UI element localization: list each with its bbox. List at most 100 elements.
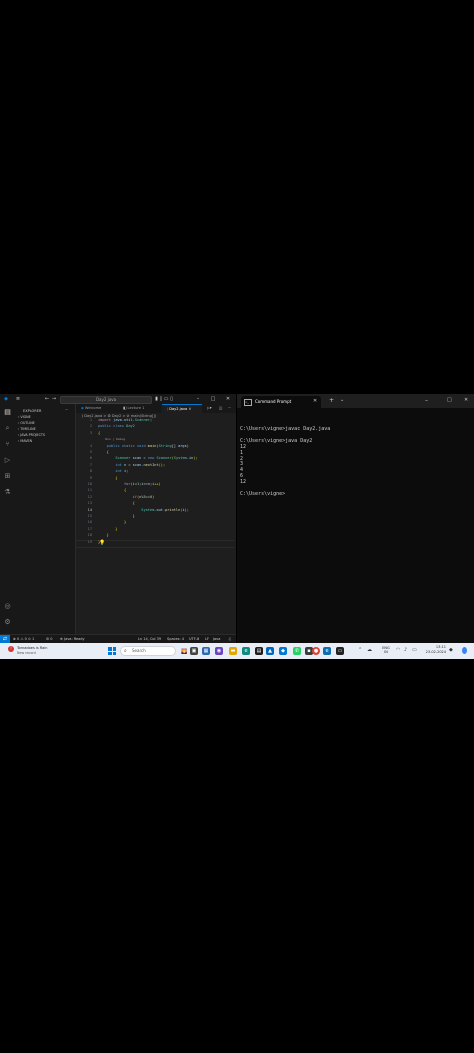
tab-dropdown-icon[interactable]: ⌄ xyxy=(340,397,344,403)
line-number: 7 xyxy=(89,462,92,467)
wifi-icon[interactable]: ◠ xyxy=(396,647,400,653)
explorer-sidebar: EXPLORER ··· › VIGNE › OUTLINE › TIMELIN… xyxy=(15,404,76,634)
show-desktop-icon[interactable] xyxy=(462,647,467,654)
minimize-icon[interactable]: – xyxy=(425,397,428,404)
line-number: 15 xyxy=(87,514,92,518)
store-icon[interactable]: ▤ xyxy=(255,647,263,655)
weather-widget[interactable]: ! Tornadoes is Rain New record xyxy=(8,645,58,657)
vscode-taskbar-icon[interactable]: ◆ xyxy=(279,647,287,655)
taskbar-search[interactable]: ⌕ Search 🌄 xyxy=(120,646,187,656)
tab-close-icon[interactable]: ✕ xyxy=(313,398,317,404)
nav-back-icon[interactable]: ← xyxy=(44,394,50,404)
windows-logo-icon xyxy=(108,647,112,651)
close-icon[interactable]: ✕ xyxy=(224,394,232,404)
account-icon[interactable]: ◎ xyxy=(3,602,12,611)
command-center-search[interactable]: Day2 java xyxy=(60,396,152,404)
nav-forward-icon[interactable]: → xyxy=(51,394,57,404)
section-label: OUTLINE xyxy=(20,421,35,425)
testing-icon[interactable]: ⚗ xyxy=(3,488,12,497)
whatsapp-icon[interactable]: ✆ xyxy=(293,647,301,655)
windows-logo-icon xyxy=(108,651,112,655)
code-line: import java.util.Scanner; xyxy=(98,418,153,422)
code-editor[interactable]: 💡 1 import java.util.Scanner; 2 public clas… xyxy=(76,418,234,634)
section-label: VIGNE xyxy=(20,415,31,419)
section-maven[interactable]: › MAVEN xyxy=(18,439,32,444)
line-number: 11 xyxy=(87,488,92,493)
cmd-tab[interactable]: >_ Command Prompt ✕ xyxy=(241,396,321,408)
extensions-icon[interactable]: ⊞ xyxy=(3,472,12,481)
tab-day2-java[interactable]: J Day2.java ✕ xyxy=(162,404,202,413)
code-line: } xyxy=(98,539,101,544)
clock[interactable]: 13:11 23-02-2024 xyxy=(422,645,446,655)
vscode-logo-icon[interactable]: ◆ xyxy=(2,394,10,404)
line-number: 18 xyxy=(87,533,92,538)
minimize-icon[interactable]: – xyxy=(194,394,202,404)
run-play-icon[interactable]: ▷▾ xyxy=(202,404,214,413)
section-outline[interactable]: › OUTLINE xyxy=(18,421,35,426)
line-number: 8 xyxy=(89,469,92,474)
new-tab-icon[interactable]: + xyxy=(329,397,334,404)
section-java-projects[interactable]: › JAVA PROJECTS xyxy=(18,433,45,438)
vscode-window: ◆ ≡ ← → Day2 java ▮ ▯ ▭ ▯ – □ ✕ ▤ ⌕ ⑂ ▷ … xyxy=(0,394,236,644)
line-number: 12 xyxy=(87,494,92,499)
tab-label: Day2.java xyxy=(169,407,188,411)
onedrive-icon[interactable]: ☁ xyxy=(367,647,372,653)
search-icon[interactable]: ⌕ xyxy=(3,424,12,433)
task-view-icon[interactable]: ▣ xyxy=(190,647,198,655)
widgets-icon[interactable]: ▦ xyxy=(202,647,210,655)
more-actions-icon[interactable]: ··· xyxy=(223,404,235,413)
edge-icon[interactable]: e xyxy=(242,647,250,655)
tab-label: Lecture 1 xyxy=(127,406,145,410)
line-number: 3 xyxy=(89,430,92,435)
vscode-titlebar: ◆ ≡ ← → Day2 java ▮ ▯ ▭ ▯ – □ ✕ xyxy=(0,394,236,404)
windows-logo-icon xyxy=(112,647,116,651)
photos-icon[interactable]: ▲ xyxy=(266,647,274,655)
source-control-icon[interactable]: ⑂ xyxy=(3,440,12,449)
terminal-output[interactable]: C:\Users\vigne>javac Day2.java C:\Users\… xyxy=(240,426,330,498)
weather-alert-icon: ! xyxy=(8,646,14,652)
edge-browser-icon[interactable]: e xyxy=(323,647,331,655)
tab-lecture-1[interactable]: ◧ Lecture 1 xyxy=(118,404,160,413)
command-prompt-window: >_ Command Prompt ✕ + ⌄ – □ ✕ C:\Users\v… xyxy=(237,394,474,643)
menu-icon[interactable]: ≡ xyxy=(14,394,22,404)
battery-icon[interactable]: ▭ xyxy=(412,647,417,653)
maximize-icon[interactable]: □ xyxy=(447,397,452,403)
start-button[interactable] xyxy=(108,647,116,655)
language-indicator[interactable]: ENG IN xyxy=(380,646,392,654)
explorer-icon[interactable]: ▤ xyxy=(3,408,12,417)
tray-overflow-icon[interactable]: ⌃ xyxy=(358,647,362,653)
section-label: TIMELINE xyxy=(20,427,36,431)
terminal-taskbar-icon[interactable]: ▭ xyxy=(336,647,344,655)
code-line: public static void main(String[] args) xyxy=(106,443,189,448)
copilot-icon[interactable]: ◉ xyxy=(215,647,223,655)
code-line: { xyxy=(98,450,109,454)
chrome-icon[interactable]: ● xyxy=(312,647,320,655)
explorer-header: EXPLORER xyxy=(23,409,42,413)
tab-welcome[interactable]: ◆ Welcome xyxy=(76,404,116,413)
windows-taskbar: ! Tornadoes is Rain New record ⌕ Search … xyxy=(0,643,474,659)
close-icon[interactable]: ✕ xyxy=(464,397,468,403)
line-number: 16 xyxy=(87,520,92,525)
explorer-more-icon[interactable]: ··· xyxy=(65,408,68,412)
file-explorer-icon[interactable]: ▬ xyxy=(229,647,237,655)
line-number: 19 xyxy=(87,539,92,544)
section-vigne[interactable]: › VIGNE xyxy=(18,415,31,420)
notification-bell-icon[interactable]: ◆ xyxy=(449,647,453,653)
code-line: public class Day2 xyxy=(98,424,135,429)
editor-tabs: ◆ Welcome ◧ Lecture 1 J Day2.java ✕ ▷▾ ◫… xyxy=(76,404,236,413)
manage-gear-icon[interactable]: ⚙ xyxy=(3,618,12,627)
volume-icon[interactable]: ♪ xyxy=(404,647,407,653)
maximize-icon[interactable]: □ xyxy=(209,394,217,404)
line-number: 4 xyxy=(89,443,92,448)
codelens-run-debug[interactable]: Run | Debug xyxy=(98,437,125,441)
layout-toggle-icons[interactable]: ▮ ▯ ▭ ▯ xyxy=(154,394,174,404)
section-timeline[interactable]: › TIMELINE xyxy=(18,427,36,432)
tab-close-icon[interactable]: ✕ xyxy=(187,407,191,411)
run-debug-icon[interactable]: ▷ xyxy=(3,456,12,465)
clock-date: 23-02-2024 xyxy=(425,650,446,654)
line-number: 6 xyxy=(89,456,92,461)
code-line: for(i=1;i<=n;i++) xyxy=(123,482,161,486)
cmd-tab-title: Command Prompt xyxy=(255,399,292,404)
code-line: { xyxy=(98,501,135,506)
code-line: if(n%5==0) xyxy=(132,494,155,499)
